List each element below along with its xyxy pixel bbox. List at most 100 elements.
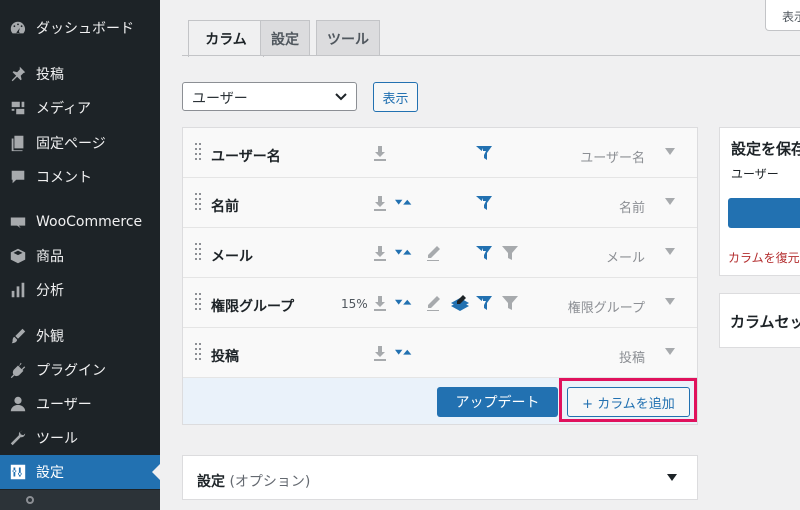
sidebar-item-label: 設定	[36, 465, 64, 481]
drag-handle-icon[interactable]	[195, 293, 203, 313]
column-row[interactable]: 名前 名前	[183, 178, 697, 228]
sidebar-item-label: 投稿	[36, 67, 64, 83]
tab-divider	[182, 55, 800, 56]
column-row[interactable]: 投稿 投稿	[183, 328, 697, 378]
sidebar-item-plugins[interactable]: プラグイン	[0, 353, 160, 387]
column-sets-panel: カラムセット	[719, 293, 800, 348]
wrench-icon	[0, 429, 36, 447]
expand-arrow-icon[interactable]	[665, 248, 675, 256]
column-label: 権限グループ	[211, 299, 295, 315]
sort-icon[interactable]	[395, 194, 413, 212]
sidebar-item-label: ダッシュボード	[36, 21, 134, 37]
drag-handle-icon[interactable]	[195, 343, 203, 363]
sidebar-item-label: 固定ページ	[36, 136, 106, 152]
column-row[interactable]: メール メール	[183, 228, 697, 278]
column-type: ユーザー名	[580, 151, 645, 166]
export-icon[interactable]	[371, 344, 389, 362]
sidebar-item-settings[interactable]: 設定	[0, 455, 160, 489]
sidebar-item-analytics[interactable]: 分析	[0, 273, 160, 307]
chevron-down-icon	[335, 93, 347, 101]
caret-down-icon[interactable]	[667, 474, 677, 481]
filter-icon[interactable]	[501, 244, 519, 262]
sidebar-item-woocommerce[interactable]: WooCommerce	[0, 205, 160, 239]
expand-arrow-icon[interactable]	[665, 348, 675, 356]
column-label: メール	[211, 249, 253, 265]
tab-columns[interactable]: カラム	[188, 20, 264, 57]
drag-handle-icon[interactable]	[195, 243, 203, 263]
show-button[interactable]: 表示	[373, 82, 418, 112]
screen-select[interactable]: ユーザー	[182, 82, 357, 111]
settings-options-panel[interactable]: 設定 (オプション)	[182, 455, 698, 500]
expand-arrow-icon[interactable]	[665, 198, 675, 206]
expand-arrow-icon[interactable]	[665, 298, 675, 306]
sidebar-item-label: 商品	[36, 249, 64, 265]
highlight-frame	[559, 378, 697, 422]
submenu-area	[0, 490, 160, 510]
screen-select-value: ユーザー	[192, 91, 248, 107]
sort-icon[interactable]	[395, 294, 413, 312]
expand-arrow-icon[interactable]	[665, 148, 675, 156]
sidebar-item-comments[interactable]: コメント	[0, 160, 160, 194]
restore-columns-link[interactable]: カラムを復元	[728, 249, 800, 266]
sidebar-item-label: WooCommerce	[36, 214, 143, 230]
sort-icon[interactable]	[395, 244, 413, 262]
sidebar-item-label: 分析	[36, 283, 64, 299]
export-icon[interactable]	[371, 244, 389, 262]
sidebar-item-label: コメント	[36, 170, 92, 186]
sidebar-item-label: 外観	[36, 329, 64, 345]
sidebar-item-pages[interactable]: 固定ページ	[0, 126, 160, 160]
sort-icon[interactable]	[395, 344, 413, 362]
drag-handle-icon[interactable]	[195, 193, 203, 213]
sidebar-item-label: メディア	[36, 101, 92, 117]
column-type: メール	[605, 251, 645, 266]
sidebar-item-posts[interactable]: 投稿	[0, 57, 160, 91]
column-row[interactable]: ユーザー名 ユーザー名	[183, 128, 697, 178]
admin-sidebar: ダッシュボード 投稿 メディア 固定ページ コメント WooCommerce 商…	[0, 0, 160, 510]
sidebar-item-tools[interactable]: ツール	[0, 421, 160, 455]
bulk-edit-icon[interactable]	[449, 294, 471, 312]
edit-pencil-icon[interactable]	[424, 244, 442, 262]
export-icon[interactable]	[371, 144, 389, 162]
smart-filter-icon[interactable]	[475, 244, 493, 262]
page-icon	[0, 134, 36, 152]
column-label: 名前	[211, 199, 239, 215]
update-button[interactable]: アップデート	[437, 387, 558, 417]
export-icon[interactable]	[371, 194, 389, 212]
sidebar-item-users[interactable]: ユーザー	[0, 387, 160, 421]
column-row[interactable]: 権限グループ 15% 権限グループ	[183, 278, 697, 328]
sidebar-item-media[interactable]: メディア	[0, 91, 160, 125]
panel-title: カラムセット	[730, 313, 800, 331]
tab-settings[interactable]: 設定	[260, 20, 310, 56]
settings-sliders-icon	[0, 463, 36, 481]
tab-tools[interactable]: ツール	[316, 20, 380, 56]
screen-options-button[interactable]: 表示	[765, 0, 800, 31]
woocommerce-icon	[0, 213, 36, 231]
edit-pencil-icon[interactable]	[424, 294, 442, 312]
sidebar-item-dashboard[interactable]: ダッシュボード	[0, 11, 160, 45]
smart-filter-icon[interactable]	[475, 144, 493, 162]
smart-filter-icon[interactable]	[475, 294, 493, 312]
column-label: 投稿	[211, 349, 239, 365]
pin-icon	[0, 65, 36, 83]
sidebar-item-label: ユーザー	[36, 397, 92, 413]
column-type: 名前	[618, 201, 645, 216]
panel-title: 設定を保存	[731, 140, 800, 158]
column-type: 投稿	[618, 351, 645, 366]
save-button[interactable]	[728, 198, 800, 228]
smart-filter-icon[interactable]	[475, 194, 493, 212]
plugin-icon	[0, 361, 36, 379]
sidebar-item-label: ツール	[36, 431, 78, 447]
column-label: ユーザー名	[211, 149, 281, 165]
panel-subtitle: ユーザー	[731, 167, 779, 181]
sidebar-item-products[interactable]: 商品	[0, 239, 160, 273]
sidebar-item-appearance[interactable]: 外観	[0, 319, 160, 353]
user-icon	[0, 395, 36, 413]
drag-handle-icon[interactable]	[195, 143, 203, 163]
filter-icon[interactable]	[501, 294, 519, 312]
media-icon	[0, 99, 36, 117]
paintbrush-icon	[0, 327, 36, 345]
panel-subtitle: (オプション)	[229, 474, 311, 490]
export-icon[interactable]	[371, 294, 389, 312]
save-settings-panel: 設定を保存 ユーザー カラムを復元	[719, 127, 800, 276]
submenu-bullet-icon	[26, 496, 34, 504]
